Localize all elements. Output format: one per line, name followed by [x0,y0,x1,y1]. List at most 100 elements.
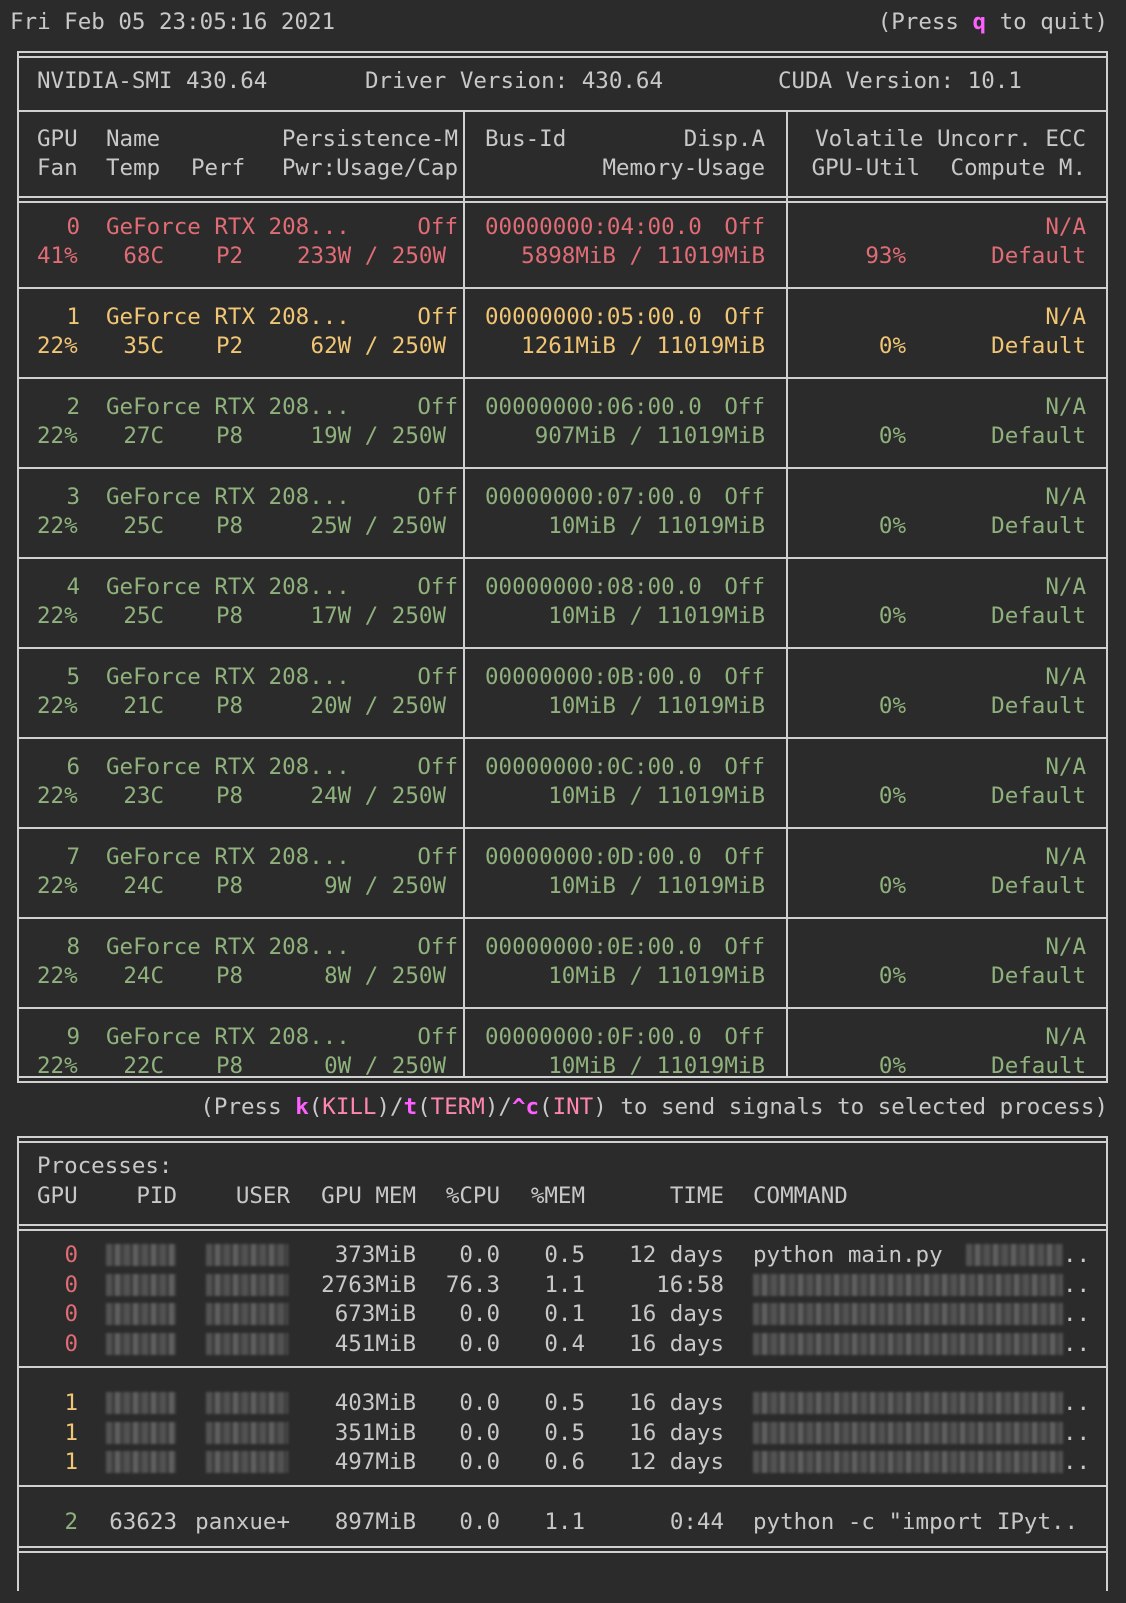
compute-mode: Default [991,963,1086,989]
display-active: Off [724,664,765,690]
col-cpu: %CPU [445,1183,500,1209]
memory-usage: 10MiB / 11019MiB [548,603,765,629]
process-gpu-mem: 351MiB [334,1419,416,1446]
truncation-dots: .. [1063,1449,1091,1475]
fan-speed: 22% [37,693,78,719]
driver-version: Driver Version: 430.64 [365,68,664,94]
gpu-row[interactable]: 4 GeForce RTX 208... Off 00000000:08:00.0 Of… [0,572,1126,632]
display-active: Off [724,844,765,870]
term-key[interactable]: t [404,1094,418,1120]
process-top-border [17,1141,1108,1143]
process-row[interactable]: 2 63623 panxue+ 897MiB 0.0 1.1 0:44 python -c "… [0,1507,1126,1537]
process-row[interactable]: 0 451MiB 0.0 0.4 16 days.. [0,1329,1126,1359]
process-time: 12 days [629,1242,724,1268]
redacted-pid [106,1303,176,1325]
redacted-user [206,1421,288,1444]
perf-state: P8 [216,693,244,719]
compute-mode: Default [991,513,1086,539]
temperature: 24C [123,873,164,899]
gpu-row[interactable]: 2 GeForce RTX 208... Off 00000000:06:00.0 Of… [0,392,1126,452]
redacted-pid [106,1421,176,1444]
col-gpu-mem: GPU MEM [321,1183,416,1209]
col-volatile: Volatile Uncorr. ECC [815,126,1086,152]
gpu-index: 3 [66,484,80,510]
process-gpu: 1 [64,1449,78,1475]
fan-speed: 22% [37,783,78,809]
redacted-pid [106,1392,176,1414]
temperature: 35C [123,333,164,359]
gpu-row[interactable]: 5 GeForce RTX 208... Off 00000000:0B:00.0 Of… [0,662,1126,722]
truncation-dots: .. [1063,1390,1091,1416]
int-label: INT [552,1094,594,1120]
process-gpu: 1 [64,1390,78,1416]
process-row[interactable]: 1 497MiB 0.0 0.6 12 days.. [0,1447,1126,1477]
temperature: 24C [123,963,164,989]
gpu-row[interactable]: 6 GeForce RTX 208... Off 00000000:0C:00.0 Of… [0,752,1126,812]
gpu-row[interactable]: 8 GeForce RTX 208... Off 00000000:0E:00.0 Of… [0,932,1126,992]
perf-state: P8 [216,783,244,809]
process-mem: 0.5 [544,1242,585,1268]
kill-key[interactable]: k [295,1094,309,1120]
ecc-errors: N/A [1045,664,1086,690]
signal-text: to send signals to selected process) [606,1094,1108,1120]
header-divider [17,201,1108,203]
gpu-name: GeForce RTX 208... [106,214,350,240]
ecc-errors: N/A [1045,754,1086,780]
gpu-index: 7 [66,844,80,870]
gpu-index: 2 [66,394,80,420]
gpu-row-line: 22% 23C P8 24W / 250W 10MiB / 11019MiB 0% Defa… [0,781,1126,811]
process-cpu: 0.0 [459,1330,500,1357]
summary-row: NVIDIA-SMI 430.64 Driver Version: 430.64 C… [0,66,1126,96]
process-row[interactable]: 1 351MiB 0.0 0.5 16 days.. [0,1418,1126,1448]
gpu-row-line: 0 GeForce RTX 208... Off 00000000:04:00.0 Of… [0,212,1126,242]
redacted-user [206,1451,288,1473]
ecc-errors: N/A [1045,304,1086,330]
process-row[interactable]: 0 673MiB 0.0 0.1 16 days.. [0,1299,1126,1329]
display-active: Off [724,214,765,240]
gpu-util: 0% [878,603,906,629]
gpu-util: 0% [878,873,906,899]
fan-speed: 22% [37,423,78,449]
bus-id: 00000000:0F:00.0 [485,1024,702,1050]
process-row[interactable]: 1 403MiB 0.0 0.5 16 days.. [0,1388,1126,1418]
truncation-dots: .. [1063,1242,1091,1268]
gpu-row[interactable]: 1 GeForce RTX 208... Off 00000000:05:00.0 Of… [0,302,1126,362]
gpu-row-divider [17,377,1108,379]
signal-hint: (Press k(KILL)/t(TERM)/^c(INT) to send s… [0,1092,1126,1122]
fan-speed: 22% [37,333,78,359]
compute-mode: Default [991,873,1086,899]
process-mem: 0.1 [544,1301,585,1327]
memory-usage: 10MiB / 11019MiB [548,693,765,719]
compute-mode: Default [991,243,1086,269]
process-gpu: 0 [64,1242,78,1268]
gpu-name: GeForce RTX 208... [106,664,350,690]
gpu-row-divider [17,557,1108,559]
signal-punct: ( [539,1094,553,1120]
gpu-row[interactable]: 0 GeForce RTX 208... Off 00000000:04:00.0 Of… [0,212,1126,272]
signal-punct: ) [593,1094,607,1120]
gpu-row-line: 4 GeForce RTX 208... Off 00000000:08:00.0 Of… [0,572,1126,602]
redacted-command [753,1451,1063,1473]
bus-id: 00000000:06:00.0 [485,394,702,420]
perf-state: P8 [216,513,244,539]
col-pwr: Pwr:Usage/Cap [281,155,458,181]
gpu-row-line: 22% 21C P8 20W / 250W 10MiB / 11019MiB 0% Defa… [0,691,1126,721]
process-time: 16 days [629,1301,724,1327]
process-mem: 1.1 [544,1508,585,1535]
process-gpu-mem: 373MiB [334,1242,416,1268]
process-time: 16 days [629,1419,724,1446]
process-gpu-mem: 673MiB [334,1301,416,1327]
gpu-util: 0% [878,783,906,809]
gpu-row[interactable]: 3 GeForce RTX 208... Off 00000000:07:00.0 Of… [0,482,1126,542]
process-row[interactable]: 0 373MiB 0.0 0.5 12 days python main.py.. [0,1240,1126,1270]
process-row[interactable]: 0 2763MiB 76.3 1.1 16:58.. [0,1270,1126,1300]
ecc-errors: N/A [1045,214,1086,240]
temperature: 68C [123,243,164,269]
quit-key[interactable]: q [973,9,987,35]
gpu-row-divider [17,647,1108,649]
gpu-row[interactable]: 9 GeForce RTX 208... Off 00000000:0F:00.0 Of… [0,1022,1126,1082]
temperature: 21C [123,693,164,719]
truncation-dots: .. [1063,1271,1091,1298]
gpu-row[interactable]: 7 GeForce RTX 208... Off 00000000:0D:00.0 Of… [0,842,1126,902]
int-key[interactable]: ^c [512,1094,539,1120]
